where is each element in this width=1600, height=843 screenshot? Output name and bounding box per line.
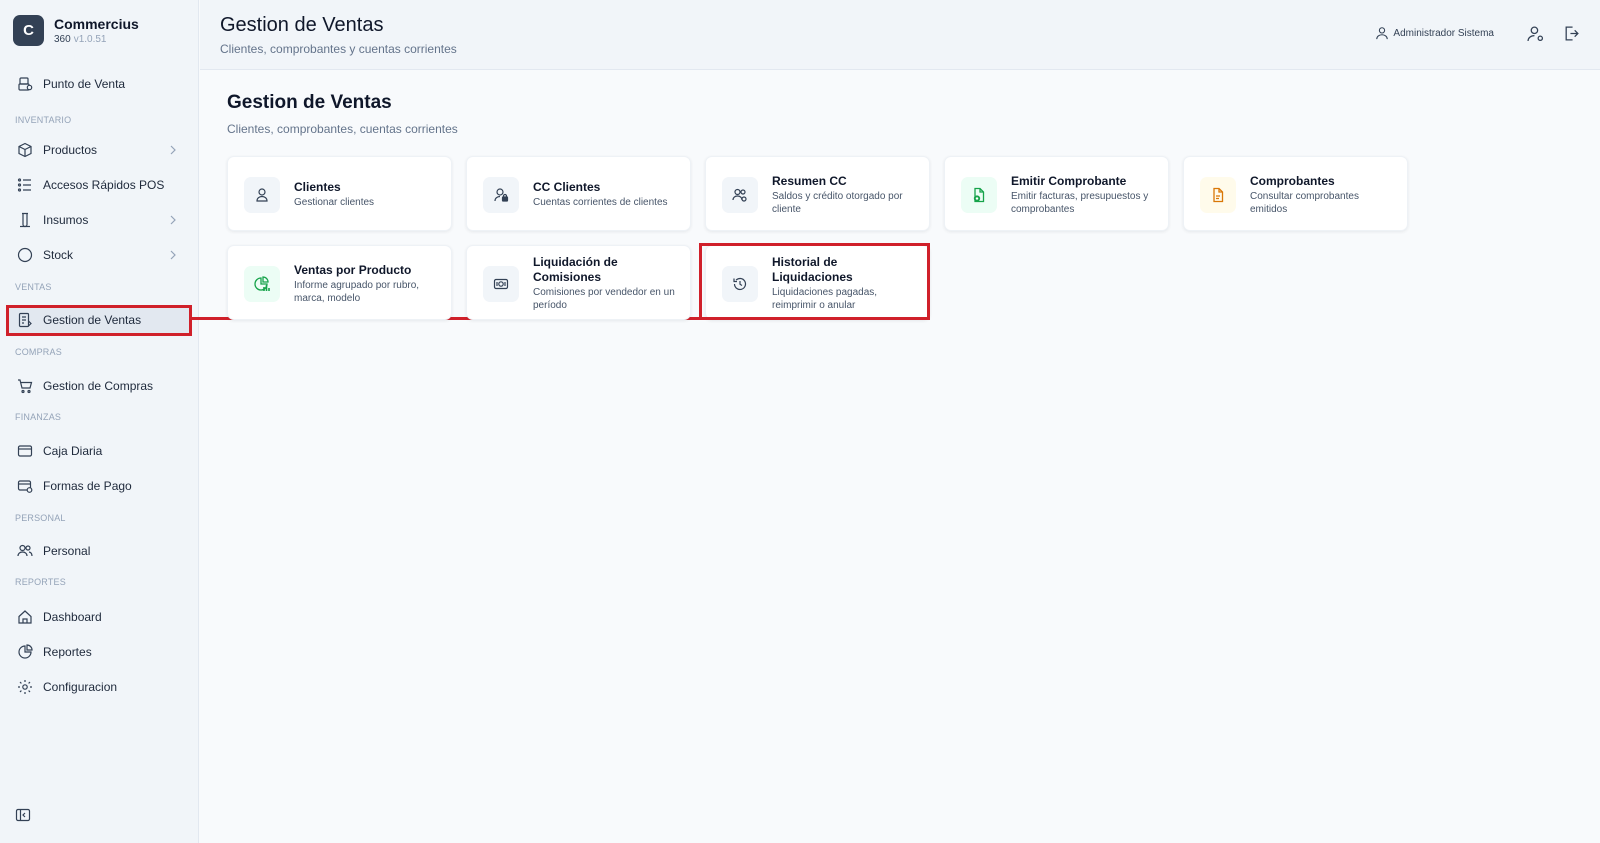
brand[interactable]: C Commercius 360 v1.0.51 <box>13 15 139 46</box>
top-header: Gestion de Ventas Clientes, comprobantes… <box>200 0 1600 70</box>
card-emitir-comprobante[interactable]: Emitir Comprobante Emitir facturas, presu… <box>944 156 1169 231</box>
card-desc: Comisiones por vendedor en un período <box>533 287 675 311</box>
chart-icon <box>16 644 33 661</box>
sidebar-item-gestion-de-compras[interactable]: Gestion de Compras <box>6 371 191 401</box>
sidebar-item-label: Accesos Rápidos POS <box>43 178 165 192</box>
list-icon <box>16 177 33 194</box>
sidebar-item-caja-diaria[interactable]: Caja Diaria <box>6 436 191 466</box>
box-icon <box>16 142 33 159</box>
user-name: Administrador Sistema <box>1393 27 1494 39</box>
sidebar-item-label: Productos <box>43 143 98 157</box>
sidebar-item-personal[interactable]: Personal <box>6 536 191 566</box>
file-icon <box>1200 177 1236 213</box>
sidebar: C Commercius 360 v1.0.51 Punto de Venta I… <box>0 0 199 843</box>
chevron-right-icon <box>170 250 176 260</box>
card-title: Liquidación de Comisiones <box>533 255 618 284</box>
card-title: Comprobantes <box>1250 173 1335 188</box>
card-desc: Consultar comprobantes emitidos <box>1250 190 1359 215</box>
gear-icon <box>16 679 33 696</box>
chevron-right-icon <box>170 215 176 225</box>
money-icon <box>483 266 519 302</box>
user-lock-icon <box>483 177 519 213</box>
chevron-right-icon <box>170 145 176 155</box>
user-menu[interactable]: Administrador Sistema <box>1375 26 1494 40</box>
card-title: Resumen CC <box>772 173 847 188</box>
page-title: Gestion de Ventas <box>227 92 392 113</box>
sidebar-item-productos[interactable]: Productos <box>6 135 191 165</box>
circle-icon <box>16 247 33 264</box>
sidebar-item-label: Personal <box>43 544 91 558</box>
sidebar-item-label: Punto de Venta <box>43 77 126 91</box>
sidebar-item-label: Configuracion <box>43 680 118 694</box>
sidebar-item-label: Reportes <box>43 645 92 659</box>
card-title: Clientes <box>294 180 341 194</box>
section-label-finanzas: FINANZAS <box>15 412 62 422</box>
sidebar-item-label: Dashboard <box>43 610 102 624</box>
section-label-reportes: REPORTES <box>15 577 66 587</box>
brand-product: 360 <box>54 33 71 45</box>
brand-name: Commercius <box>54 15 139 32</box>
sidebar-item-formas-de-pago[interactable]: Formas de Pago <box>6 471 191 501</box>
users-icon <box>722 177 758 213</box>
card-comprobantes[interactable]: Comprobantes Consultar comprobantes emiti… <box>1183 156 1408 231</box>
card-icon <box>16 478 33 495</box>
card-desc: Informe agrupado por rubro, marca, model… <box>294 279 420 304</box>
card-resumen-cc[interactable]: Resumen CC Saldos y crédito otorgado por … <box>705 156 930 231</box>
wallet-icon <box>16 443 33 460</box>
sidebar-item-configuracion[interactable]: Configuracion <box>6 672 191 702</box>
sidebar-collapse-icon[interactable] <box>15 807 31 823</box>
card-ventas-por-producto[interactable]: Ventas por Producto Informe agrupado por … <box>227 245 452 320</box>
user-icon <box>244 177 280 213</box>
card-clientes[interactable]: Clientes Gestionar clientes <box>227 156 452 231</box>
chart-pie-icon <box>244 266 280 302</box>
card-liquidacion-de-comisiones[interactable]: Liquidación de Comisiones Comisiones por … <box>466 245 691 320</box>
user-switch-icon[interactable] <box>1527 25 1544 42</box>
card-desc: Emitir facturas, presupuestos y comproba… <box>1011 190 1149 215</box>
card-title: Emitir Comprobante <box>1011 173 1127 188</box>
section-label-personal: PERSONAL <box>15 513 66 523</box>
card-title: Ventas por Producto <box>294 262 412 277</box>
cart-icon <box>16 378 33 395</box>
sidebar-item-label: Caja Diaria <box>43 444 103 458</box>
card-cc-clientes[interactable]: CC Clientes Cuentas corrientes de cliente… <box>466 156 691 231</box>
sidebar-item-label: Formas de Pago <box>43 479 132 493</box>
sidebar-item-reportes[interactable]: Reportes <box>6 637 191 667</box>
sidebar-item-punto-de-venta[interactable]: Punto de Venta <box>6 69 191 99</box>
sidebar-item-insumos[interactable]: Insumos <box>6 205 191 235</box>
highlight-box-card <box>699 243 930 320</box>
card-desc: Gestionar clientes <box>294 197 375 208</box>
brand-version: v1.0.51 <box>73 33 107 45</box>
flask-icon <box>16 212 33 229</box>
brand-logo: C <box>13 15 44 46</box>
sidebar-item-stock[interactable]: Stock <box>6 240 191 270</box>
sidebar-item-dashboard[interactable]: Dashboard <box>6 602 191 632</box>
users-icon <box>16 543 33 560</box>
file-plus-icon <box>961 177 997 213</box>
sidebar-item-label: Gestion de Compras <box>43 379 154 393</box>
user-icon <box>1376 27 1389 40</box>
logout-icon[interactable] <box>1563 25 1580 42</box>
card-desc: Cuentas corrientes de clientes <box>533 197 668 208</box>
card-desc: Saldos y crédito otorgado por cliente <box>772 190 903 215</box>
section-label-ventas: VENTAS <box>15 282 52 292</box>
page-subtitle: Clientes, comprobantes, cuentas corrient… <box>227 122 458 136</box>
pos-icon <box>16 76 33 93</box>
header-title: Gestion de Ventas <box>220 14 384 36</box>
section-label-inventario: INVENTARIO <box>15 115 72 125</box>
highlight-box-sidebar <box>6 305 192 336</box>
card-title: CC Clientes <box>533 180 601 194</box>
sidebar-item-accesos-rapidos-pos[interactable]: Accesos Rápidos POS <box>6 170 191 200</box>
home-icon <box>16 609 33 626</box>
sidebar-item-label: Stock <box>43 248 74 262</box>
header-subtitle: Clientes, comprobantes y cuentas corrien… <box>220 42 457 56</box>
section-label-compras: COMPRAS <box>15 347 62 357</box>
sidebar-item-label: Insumos <box>43 213 89 227</box>
